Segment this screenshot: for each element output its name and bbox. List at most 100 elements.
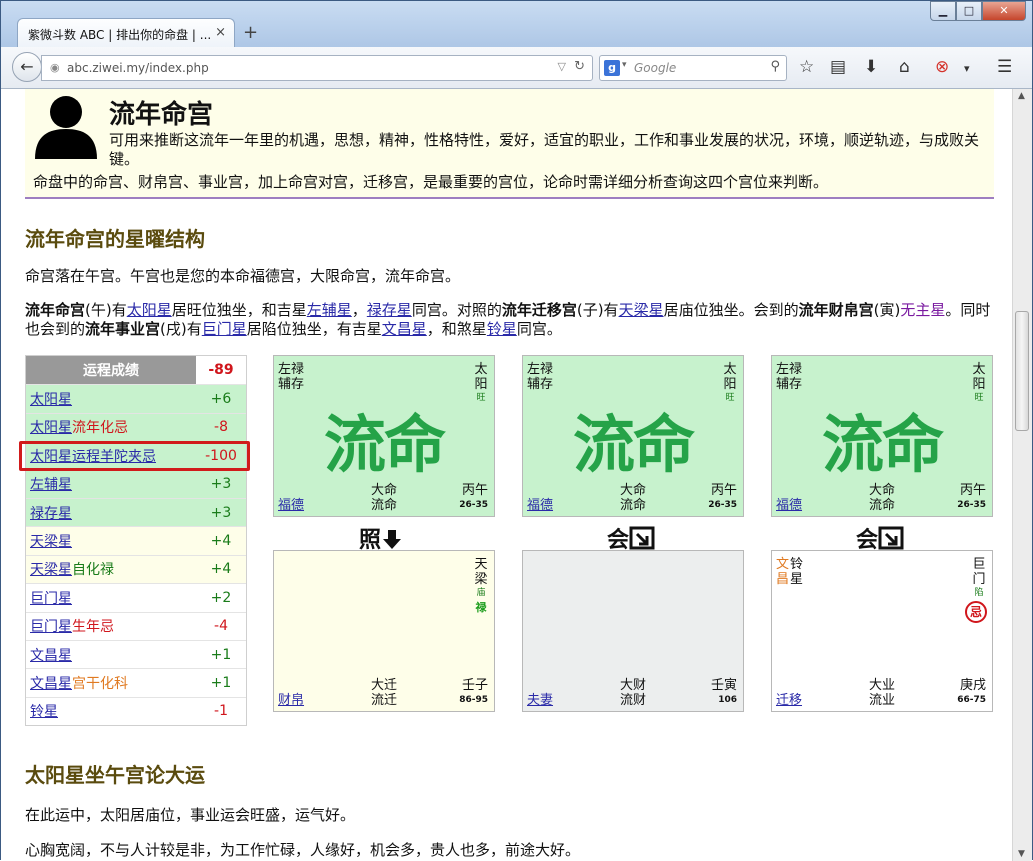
tab-title: 紫微斗数 ABC | 排出你的命盘 | ... <box>28 28 212 42</box>
new-tab-button[interactable]: + <box>243 22 258 43</box>
star-link[interactable]: 太阳星 <box>30 392 72 408</box>
title-bar: 紫微斗数 ABC | 排出你的命盘 | ... × + ▁ □ ✕ <box>1 1 1032 48</box>
limit-label: 大业 流业 <box>869 678 896 708</box>
star-link[interactable]: 铃星 <box>487 320 517 338</box>
ganzhi-label: 丙午 26-35 <box>708 483 737 510</box>
text: (子)有 <box>576 301 619 319</box>
score-row: 太阳星 +6 <box>26 384 246 413</box>
search-icon[interactable]: ⚲ <box>770 59 780 74</box>
limit-label: 大财 流财 <box>620 678 647 708</box>
diagonal-arrow-icon <box>878 526 904 550</box>
palace-cell-top-3[interactable]: 左禄 辅存 太阳旺 流命 福德 大命 流命 丙午 26-35 <box>771 355 993 517</box>
reload-icon[interactable]: ↻ <box>574 59 585 74</box>
close-window-button[interactable]: ✕ <box>982 1 1026 21</box>
browser-tab[interactable]: 紫微斗数 ABC | 排出你的命盘 | ... × <box>17 18 235 48</box>
ganzhi-label: 丙午 26-35 <box>459 483 488 510</box>
palace-link[interactable]: 迁移 <box>776 689 802 708</box>
score-value: -8 <box>214 419 228 436</box>
ming-label: 流命 <box>821 408 944 481</box>
google-icon[interactable]: g <box>604 60 620 76</box>
limit-label: 大命 流命 <box>869 483 896 513</box>
score-total: -89 <box>196 356 246 385</box>
star-link[interactable]: 巨门星 <box>30 591 72 607</box>
browser-window: 紫微斗数 ABC | 排出你的命盘 | ... × + ▁ □ ✕ ← ◉ ab… <box>0 0 1033 861</box>
search-bar[interactable]: g ▾ Google ⚲ <box>599 55 787 81</box>
star-link[interactable]: 巨门星 <box>30 619 72 635</box>
maximize-button[interactable]: □ <box>956 1 982 21</box>
star-link[interactable]: 文昌星 <box>30 648 72 664</box>
palace-link[interactable]: 夫妻 <box>527 689 553 708</box>
score-note: 生年忌 <box>72 619 114 636</box>
download-icon[interactable]: ⬇ <box>864 57 878 77</box>
paragraph: 在此运中，太阳居庙位，事业运会旺盛，运气好。 <box>25 806 356 824</box>
palace-cell-top-2[interactable]: 左禄 辅存 太阳旺 流命 福德 大命 流命 丙午 26-35 <box>522 355 744 517</box>
star-link[interactable]: 禄存星 <box>367 301 412 319</box>
star-link[interactable]: 文昌星 <box>30 676 72 692</box>
palace-cell-wealth[interactable]: 夫妻 大财 流财 壬寅 106 <box>522 550 744 712</box>
limit-label: 大命 流命 <box>371 483 398 513</box>
scrollbar-thumb[interactable] <box>1015 311 1029 431</box>
score-row: 天梁星自化禄 +4 <box>26 554 246 584</box>
reading-list-icon[interactable]: ▤ <box>830 57 846 77</box>
text-bold: 流年财帛宫 <box>798 301 874 319</box>
score-value: +4 <box>210 561 232 578</box>
palace-cell-top-1[interactable]: 左禄 辅存 太阳旺 流命 福德 大命 流命 丙午 26-35 <box>273 355 495 517</box>
section-heading: 流年命宫的星曜结构 <box>25 227 205 251</box>
text: 同宫。 <box>516 320 562 338</box>
star-link[interactable]: 天梁星 <box>30 562 72 578</box>
star-link[interactable]: 左辅星 <box>307 301 352 319</box>
url-dropdown-icon[interactable]: ▽ <box>558 60 566 73</box>
main-star: 巨门陷 <box>972 557 986 598</box>
text: 居旺位独坐，和吉星 <box>171 301 307 319</box>
minor-stars: 左禄 辅存 <box>776 362 803 392</box>
palace-link[interactable]: 福德 <box>278 494 304 513</box>
addon-dropdown-icon[interactable]: ▾ <box>964 62 970 75</box>
score-note: 自化禄 <box>72 562 114 579</box>
text: ，和煞星 <box>426 320 487 338</box>
score-value: +3 <box>210 476 232 493</box>
star-link[interactable]: 天梁星 <box>30 534 72 550</box>
star-link[interactable]: 铃星 <box>30 704 58 720</box>
star-link[interactable]: 天梁星 <box>619 301 664 319</box>
limit-label: 大迁 流迁 <box>371 678 398 708</box>
vertical-scrollbar[interactable]: ▲ ▼ <box>1012 89 1032 861</box>
addon-stop-icon[interactable]: ⊗ <box>935 57 949 77</box>
tab-close-icon[interactable]: × <box>215 25 226 40</box>
limit-label: 大命 流命 <box>620 483 647 513</box>
section-heading: 太阳星坐午宫论大运 <box>25 763 205 787</box>
score-header: 运程成绩 <box>83 363 139 380</box>
menu-icon[interactable]: ☰ <box>997 57 1012 77</box>
diagonal-arrow-icon <box>629 526 655 550</box>
score-row: 左辅星 +3 <box>26 469 246 498</box>
search-engine-dropdown-icon[interactable]: ▾ <box>622 60 627 70</box>
scroll-down-icon[interactable]: ▼ <box>1018 849 1025 859</box>
ganzhi-label: 丙午 26-35 <box>957 483 986 510</box>
text: (戌)有 <box>160 320 202 338</box>
text-bold: 流年命宫 <box>25 301 86 319</box>
home-icon[interactable]: ⌂ <box>899 57 910 77</box>
highlight-box <box>19 441 250 471</box>
score-value: +1 <box>210 674 232 691</box>
palace-cell-migration[interactable]: 天梁庙禄 财帛 大迁 流迁 壬子 86-95 <box>273 550 495 712</box>
bookmark-star-icon[interactable]: ☆ <box>799 57 814 77</box>
star-link[interactable]: 左辅星 <box>30 477 72 493</box>
star-link[interactable]: 巨门星 <box>202 320 247 338</box>
score-value: +4 <box>210 533 232 550</box>
palace-cell-career[interactable]: 文昌 铃星 巨门陷 忌 迁移 大业 流业 庚戌 66-75 <box>771 550 993 712</box>
star-link[interactable]: 太阳星 <box>127 301 172 319</box>
minimize-button[interactable]: ▁ <box>930 1 956 21</box>
score-row: 巨门星生年忌 -4 <box>26 611 246 640</box>
palace-link[interactable]: 财帛 <box>278 689 304 708</box>
palace-link[interactable]: 福德 <box>527 494 553 513</box>
score-value: +6 <box>210 391 232 408</box>
url-bar[interactable]: ◉ abc.ziwei.my/index.php ▽ ↻ <box>41 55 593 81</box>
down-arrow-icon <box>383 530 402 549</box>
palace-link[interactable]: 福德 <box>776 494 802 513</box>
star-link[interactable]: 禄存星 <box>30 506 72 522</box>
text: 居庙位独坐。会到的 <box>663 301 799 319</box>
star-link[interactable]: 文昌星 <box>382 320 427 338</box>
back-button[interactable]: ← <box>12 52 42 82</box>
scroll-up-icon[interactable]: ▲ <box>1018 91 1025 101</box>
score-row: 禄存星 +3 <box>26 497 246 527</box>
star-link[interactable]: 太阳星 <box>30 420 72 436</box>
